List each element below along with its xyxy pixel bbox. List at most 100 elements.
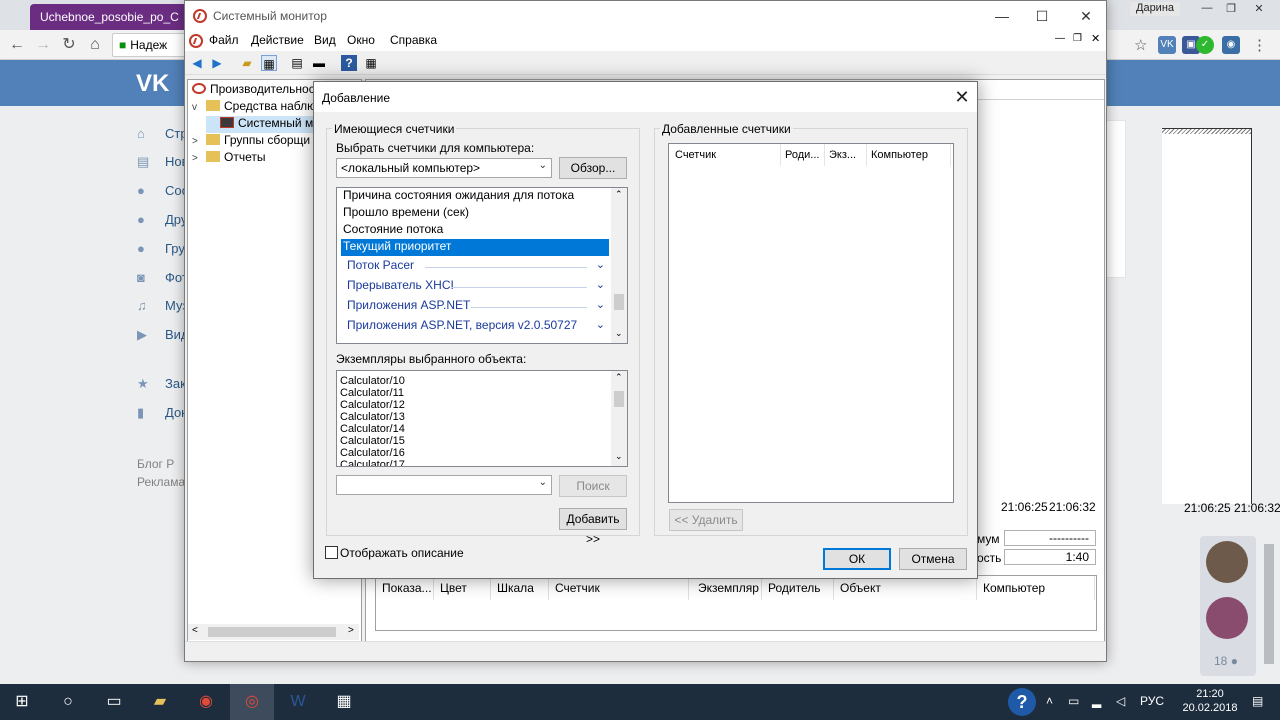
chevron-right-icon[interactable]: >: [192, 136, 206, 147]
column-header[interactable]: Экземпляр: [692, 576, 762, 600]
vk-menu-item[interactable]: ● Дру: [137, 212, 187, 232]
chevron-down-icon[interactable]: ⌄: [596, 298, 605, 311]
folder-up-icon[interactable]: ▰: [239, 55, 255, 71]
added-counters-table[interactable]: Счетчик Роди... Экз... Компьютер: [668, 143, 954, 503]
scroll-left-icon[interactable]: <: [192, 625, 198, 636]
language-indicator[interactable]: РУС: [1140, 694, 1164, 708]
vk-footer-links[interactable]: Блог Р: [137, 457, 174, 471]
close-icon[interactable]: ✕: [950, 87, 974, 107]
browser-menu-icon[interactable]: ⋮: [1252, 36, 1267, 54]
instance-item[interactable]: Calculator/12: [340, 399, 405, 411]
counter-item[interactable]: Прошло времени (сек): [341, 205, 609, 222]
browser-restore-icon[interactable]: ❐: [1220, 2, 1242, 16]
chrome-icon[interactable]: ◉: [184, 684, 228, 720]
battery-icon[interactable]: ▭: [1068, 694, 1079, 708]
mdi-close-icon[interactable]: ✕: [1091, 32, 1100, 45]
instances-list[interactable]: Calculator/10 Calculator/11 Calculator/1…: [336, 370, 628, 467]
menu-window[interactable]: Окно: [347, 33, 375, 47]
column-header[interactable]: Счетчик: [549, 576, 689, 600]
vk-menu-item[interactable]: ● Гру: [137, 241, 185, 261]
column-header[interactable]: Показа...: [376, 576, 434, 600]
instance-item[interactable]: Calculator/14: [340, 423, 405, 435]
column-header[interactable]: Родитель: [762, 576, 834, 600]
instance-item[interactable]: Calculator/11: [340, 387, 404, 399]
search-combo[interactable]: ⌄: [336, 475, 552, 495]
back-arrow-icon[interactable]: ◀: [189, 55, 205, 71]
scroll-up-icon[interactable]: ⌃: [615, 372, 623, 383]
column-header[interactable]: Компьютер: [867, 144, 951, 166]
close-icon[interactable]: ✕: [1071, 7, 1101, 25]
counter-category[interactable]: Приложения ASP.NET ⌄: [347, 298, 609, 318]
performance-graph[interactable]: [1162, 128, 1252, 504]
counter-list[interactable]: Причина состояния ожидания для потока Пр…: [336, 187, 628, 344]
instances-scrollbar[interactable]: ⌃ ⌄: [611, 371, 627, 466]
chevron-right-icon[interactable]: >: [192, 153, 206, 164]
network-icon[interactable]: ▂: [1092, 694, 1101, 708]
vk-menu-item[interactable]: ⌂ Стр: [137, 126, 188, 146]
reload-icon[interactable]: ↻: [60, 36, 78, 54]
scroll-down-icon[interactable]: ⌄: [615, 328, 623, 339]
vk-footer-ads[interactable]: Реклама: [137, 475, 185, 489]
mdi-restore-icon[interactable]: ❐: [1073, 33, 1082, 44]
instance-item[interactable]: Calculator/16: [340, 447, 405, 459]
perfmon-app-icon[interactable]: [189, 34, 203, 48]
counter-category[interactable]: Поток Pacer ⌄: [347, 258, 609, 278]
instance-item[interactable]: Calculator/13: [340, 411, 405, 423]
browser-close-icon[interactable]: ✕: [1248, 2, 1270, 16]
vk-logo[interactable]: VK: [136, 70, 169, 98]
perfmon-taskbar-icon[interactable]: ◎: [230, 684, 274, 720]
vk-menu-item[interactable]: ● Соо: [137, 183, 189, 203]
export-list-icon[interactable]: ▤: [289, 55, 305, 71]
vk-menu-item[interactable]: ▮ Док: [137, 405, 187, 425]
column-header[interactable]: Экз...: [825, 144, 867, 166]
remove-button[interactable]: << Удалить: [669, 509, 743, 531]
browser-minimize-icon[interactable]: —: [1196, 2, 1218, 16]
avatar[interactable]: [1206, 541, 1248, 583]
forward-arrow-icon[interactable]: ▶: [209, 55, 225, 71]
task-view-icon[interactable]: ▭: [92, 684, 136, 720]
vk-extension-icon[interactable]: VK: [1158, 36, 1176, 54]
vk-menu-item[interactable]: ♫ Муз: [137, 298, 188, 318]
avatar[interactable]: [1206, 597, 1248, 639]
menu-file[interactable]: Файл: [209, 33, 239, 47]
column-header[interactable]: Счетчик: [671, 144, 781, 166]
instance-item[interactable]: Calculator/15: [340, 435, 405, 447]
counter-category[interactable]: Прерыватель XHCI ⌄: [347, 278, 609, 298]
search-icon[interactable]: ○: [46, 684, 90, 720]
browser-user-badge[interactable]: Дарина: [1130, 2, 1181, 16]
column-header[interactable]: Объект: [834, 576, 977, 600]
column-header[interactable]: Цвет: [434, 576, 491, 600]
volume-icon[interactable]: ◁: [1116, 694, 1125, 708]
vk-menu-item[interactable]: ★ Зак: [137, 376, 186, 396]
show-description-checkbox[interactable]: [325, 546, 338, 559]
properties-icon[interactable]: ▦: [363, 55, 379, 71]
word-icon[interactable]: W: [276, 684, 320, 720]
scroll-up-icon[interactable]: ⌃: [615, 189, 623, 200]
counter-item[interactable]: Причина состояния ожидания для потока: [341, 188, 609, 205]
browser-tab[interactable]: Uchebnoe_posobie_po_C: [30, 4, 190, 30]
minimize-icon[interactable]: —: [987, 7, 1017, 25]
search-button[interactable]: Поиск: [559, 475, 627, 497]
calculator-icon[interactable]: ▦: [322, 684, 366, 720]
scroll-right-icon[interactable]: >: [348, 625, 354, 636]
console-tree-icon[interactable]: ▦: [261, 55, 277, 71]
column-header[interactable]: Компьютер: [977, 576, 1095, 600]
menu-help[interactable]: Справка: [390, 33, 437, 47]
extension-icon[interactable]: ◉: [1222, 36, 1240, 54]
chevron-down-icon[interactable]: ⌄: [596, 318, 605, 331]
file-explorer-icon[interactable]: ▰: [138, 684, 182, 720]
help-icon[interactable]: ?: [1008, 688, 1036, 716]
forward-arrow-icon[interactable]: →: [34, 36, 52, 54]
menu-action[interactable]: Действие: [251, 33, 304, 47]
windows-start-icon[interactable]: ⊞: [0, 684, 44, 720]
print-icon[interactable]: ▬: [311, 55, 327, 71]
bookmark-star-icon[interactable]: ☆: [1134, 36, 1147, 54]
vk-menu-item[interactable]: ◙ Фот: [137, 270, 188, 290]
instance-item[interactable]: Calculator/10: [340, 375, 405, 387]
notifications-icon[interactable]: ▤: [1252, 694, 1263, 708]
show-description-label[interactable]: Отображать описание: [340, 546, 464, 560]
vk-menu-item[interactable]: ▤ Нов: [137, 154, 189, 174]
browse-button[interactable]: Обзор...: [559, 157, 627, 179]
chevron-down-icon[interactable]: ⌄: [596, 278, 605, 291]
menu-view[interactable]: Вид: [314, 33, 336, 47]
